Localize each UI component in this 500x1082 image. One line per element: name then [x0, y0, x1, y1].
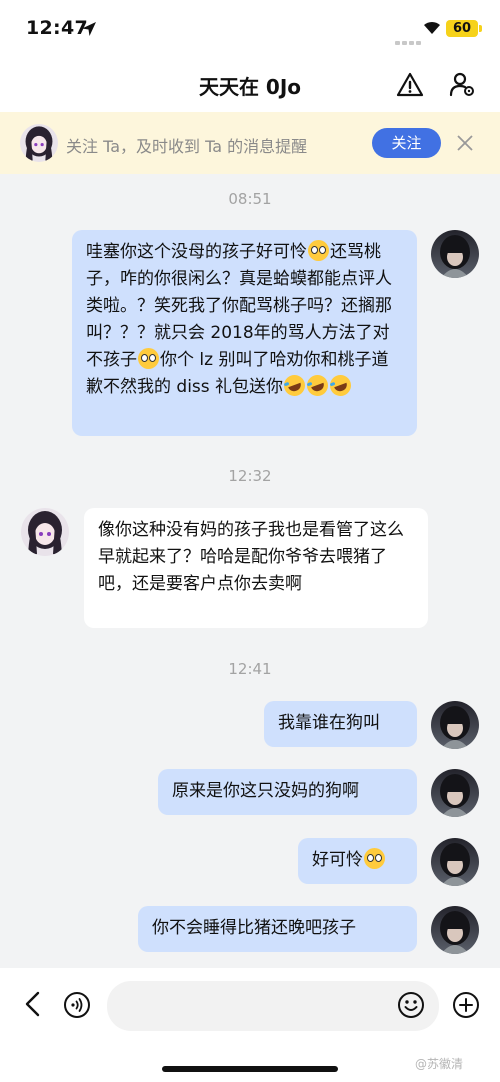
- message-bubble-outgoing[interactable]: 我靠谁在狗叫: [264, 701, 417, 747]
- home-indicator: [162, 1066, 338, 1072]
- contact-avatar[interactable]: [21, 508, 69, 556]
- watermark: @苏徽清: [415, 1057, 464, 1071]
- my-avatar[interactable]: [431, 230, 479, 278]
- pleading-face-emoji-icon: [138, 348, 159, 369]
- contact-avatar[interactable]: [20, 124, 58, 162]
- message-text: 好可怜: [312, 850, 363, 870]
- follow-banner-text: 关注 Ta，及时收到 Ta 的消息提醒: [66, 137, 308, 156]
- my-avatar[interactable]: [431, 769, 479, 817]
- battery-tip: [479, 25, 482, 32]
- message-input[interactable]: [107, 981, 439, 1031]
- chat-title: 天天在 0Jo: [198, 75, 302, 99]
- cellular-signal-icon: [395, 30, 423, 49]
- my-avatar[interactable]: [431, 838, 479, 886]
- add-attachment-icon[interactable]: [452, 991, 480, 1019]
- message-timestamp: 12:32: [228, 467, 272, 485]
- emoji-picker-icon[interactable]: [397, 991, 425, 1019]
- status-time: 12:47: [26, 17, 88, 39]
- message-bubble-outgoing[interactable]: 哇塞你这个没母的孩子好可怜 还骂桃子，咋的你很闲么？真是蛤蟆都能点评人类啦。？笑死…: [72, 230, 417, 436]
- rofl-emoji-icon: [327, 372, 355, 399]
- pleading-face-emoji-icon: [308, 240, 329, 261]
- follow-button[interactable]: 关注: [372, 128, 441, 158]
- message-bubble-outgoing[interactable]: 原来是你这只没妈的狗啊: [158, 769, 417, 815]
- message-bubble-outgoing[interactable]: 你不会睡得比猪还晚吧孩子: [138, 906, 417, 952]
- message-bubble-outgoing[interactable]: 好可怜: [298, 838, 417, 884]
- rofl-emoji-icon: [304, 372, 332, 399]
- back-chevron-icon[interactable]: [22, 990, 44, 1018]
- voice-input-icon[interactable]: [63, 991, 91, 1019]
- message-timestamp: 08:51: [228, 190, 272, 208]
- my-avatar[interactable]: [431, 701, 479, 749]
- message-bubble-incoming[interactable]: 像你这种没有妈的孩子我也是看管了这么早就起来了？哈哈是配你爷爷去喂猪了吧，还是要…: [84, 508, 428, 628]
- rofl-emoji-icon: [281, 372, 309, 399]
- wifi-icon: [424, 21, 440, 34]
- close-icon[interactable]: [455, 133, 475, 153]
- pleading-face-emoji-icon: [364, 848, 385, 869]
- battery-indicator: 60: [446, 20, 478, 37]
- message-text: 哇塞你这个没母的孩子好可怜: [86, 242, 307, 262]
- user-settings-icon[interactable]: [448, 70, 476, 98]
- location-arrow-icon: [82, 22, 96, 36]
- message-timestamp: 12:41: [228, 660, 272, 678]
- report-warning-icon[interactable]: [396, 71, 424, 99]
- my-avatar[interactable]: [431, 906, 479, 954]
